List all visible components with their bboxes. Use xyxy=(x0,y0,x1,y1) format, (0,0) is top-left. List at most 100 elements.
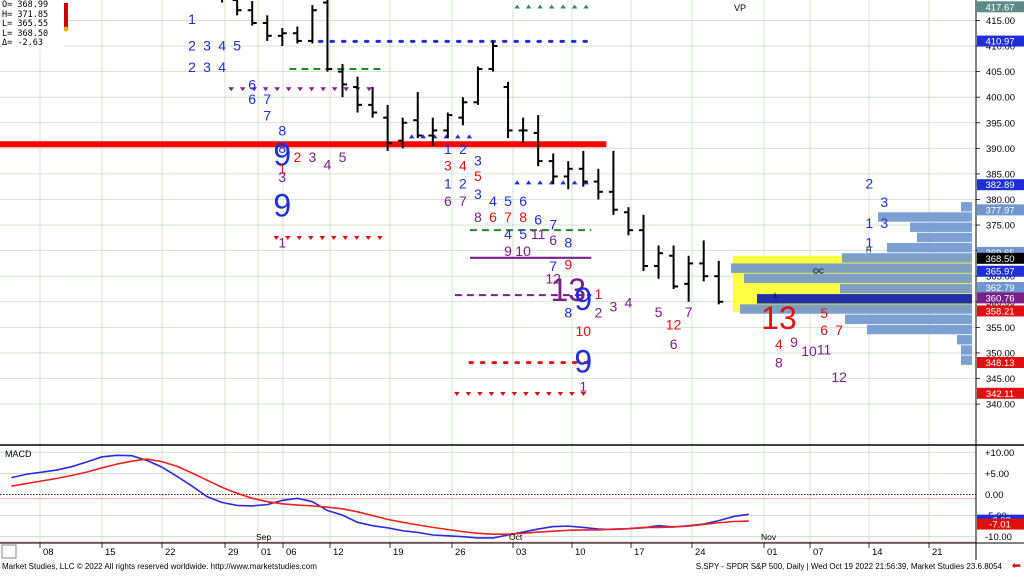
ohlc-bar xyxy=(669,245,679,289)
ohlc-bar xyxy=(247,1,257,26)
price-tick-label: 375.00 xyxy=(986,221,1015,232)
level-marker-up xyxy=(408,134,415,139)
level-marker-down xyxy=(320,87,326,92)
level-marker-down xyxy=(296,236,303,241)
setup-count-label: 1 xyxy=(188,0,196,2)
setup-count-label: 6 xyxy=(820,322,828,338)
ohlc-bar xyxy=(292,26,302,44)
date-tick-label: 15 xyxy=(105,547,116,558)
level-marker-up xyxy=(560,180,566,185)
macd-tick-label: +10.00 xyxy=(985,448,1014,459)
volume-profile: OCLH xyxy=(731,202,972,365)
macd-tag-label: -7.01 xyxy=(989,520,1011,531)
ohlc-bar xyxy=(714,260,724,305)
level-marker-down xyxy=(366,87,372,92)
date-tick-label: 12 xyxy=(333,547,344,558)
price-tag-label: 417.67 xyxy=(985,2,1014,13)
setup-count-label: 1 xyxy=(444,176,452,192)
setup-count-label: 6 xyxy=(248,91,256,107)
setup-count-label: 2 xyxy=(459,141,467,157)
level-marker-up xyxy=(571,4,578,9)
date-tick-label: 21 xyxy=(932,547,943,558)
setup-count-label: 9 xyxy=(504,243,512,259)
date-tick-label: 17 xyxy=(634,547,645,558)
profile-bin xyxy=(878,212,972,222)
date-tick-label: 26 xyxy=(455,547,466,558)
setup-count-label: 3 xyxy=(444,158,452,174)
month-label: Oct xyxy=(509,532,523,542)
macd-tick-label: +5.00 xyxy=(985,469,1009,480)
setup-count-label: 5 xyxy=(655,304,663,320)
date-tick-label: 06 xyxy=(286,547,297,558)
ohlc-bar xyxy=(413,92,423,139)
level-marker-down xyxy=(308,87,315,92)
price-tag-label: 382.89 xyxy=(985,180,1014,191)
macd-tick-label: 0.00 xyxy=(985,490,1004,501)
ohlc-bar xyxy=(277,28,287,47)
level-marker-down xyxy=(239,87,246,92)
setup-count-label: 4 xyxy=(459,158,467,174)
setup-count-label: 2 xyxy=(188,38,196,54)
setup-count-label: 9 xyxy=(790,334,798,350)
ohlc-bar xyxy=(232,0,242,16)
setup-count-label: 3 xyxy=(309,149,317,165)
setup-count-label: 6 xyxy=(444,193,452,209)
date-tick-label: 01 xyxy=(767,547,778,558)
level-marker-down xyxy=(465,392,472,397)
setup-count-label: 1 xyxy=(865,234,873,250)
setup-count-label: 7 xyxy=(263,108,271,124)
setup-count-label: 13 xyxy=(761,300,797,336)
chart-info-text: S.SPY - SPDR S&P 500, Daily | Wed Oct 19… xyxy=(695,562,1002,571)
setup-count-label: 11 xyxy=(531,226,546,242)
level-marker-down xyxy=(500,392,506,397)
ohlc-bar xyxy=(503,81,513,139)
setup-count-label: 6 xyxy=(519,193,527,209)
level-marker-down xyxy=(308,236,314,241)
setup-count-label: 12 xyxy=(666,316,682,332)
setup-count-label: 4 xyxy=(324,157,332,173)
ohlc-readout: O= 368.99 H= 371.85 L= 365.55 L= 368.50 … xyxy=(2,0,64,49)
profile-bin xyxy=(887,242,972,253)
profile-bin xyxy=(961,345,972,355)
setup-count-label: 4 xyxy=(218,59,226,75)
setup-count-label: 8 xyxy=(564,305,572,321)
macd-signal-line xyxy=(11,458,749,535)
setup-count-label: 5 xyxy=(504,193,512,209)
price-tag-label: 365.97 xyxy=(985,267,1014,278)
month-label: Nov xyxy=(761,532,777,542)
change-readout: Δ= -2.63 xyxy=(2,38,43,49)
setup-count-label: 8 xyxy=(564,234,572,250)
setup-count-label: 8 xyxy=(519,209,527,225)
ohlc-bar xyxy=(353,76,363,113)
ohlc-bar xyxy=(593,168,603,200)
price-tick-label: 355.00 xyxy=(986,323,1015,334)
setup-count-label: 3 xyxy=(880,194,888,210)
level-marker-down xyxy=(454,392,460,397)
level-marker-up xyxy=(537,180,543,185)
level-marker-down xyxy=(285,87,292,92)
setup-count-label: 3 xyxy=(610,298,618,314)
price-tick-label: 345.00 xyxy=(986,374,1015,385)
vp-label-oc: OC xyxy=(813,267,825,276)
level-marker-down xyxy=(523,392,529,397)
profile-bin xyxy=(910,222,972,232)
footer-bar: Market Studies, LLC © 2022 All rights re… xyxy=(0,560,1024,573)
setup-count-label: 3 xyxy=(278,169,286,185)
setup-count-label: 1 xyxy=(865,215,873,231)
setup-count-label: 5 xyxy=(339,149,347,165)
level-marker-down xyxy=(331,236,337,241)
setup-count-label: 4 xyxy=(504,226,512,242)
setup-count-label: 7 xyxy=(504,209,512,225)
ohlc-bar xyxy=(623,207,633,236)
level-lines-layer xyxy=(0,4,607,397)
setup-count-label: 7 xyxy=(549,217,557,233)
setup-count-label: 1 xyxy=(444,141,452,157)
ohlc-bar xyxy=(322,0,332,72)
profile-bin xyxy=(840,283,972,294)
setup-count-label: 3 xyxy=(203,59,211,75)
date-tick-label: 19 xyxy=(393,547,404,558)
setup-count-label: 12 xyxy=(831,369,847,385)
back-arrow-icon[interactable]: ⬅ xyxy=(1012,560,1021,572)
setup-count-label: 9 xyxy=(574,281,592,317)
setup-count-label: 1 xyxy=(278,234,286,250)
